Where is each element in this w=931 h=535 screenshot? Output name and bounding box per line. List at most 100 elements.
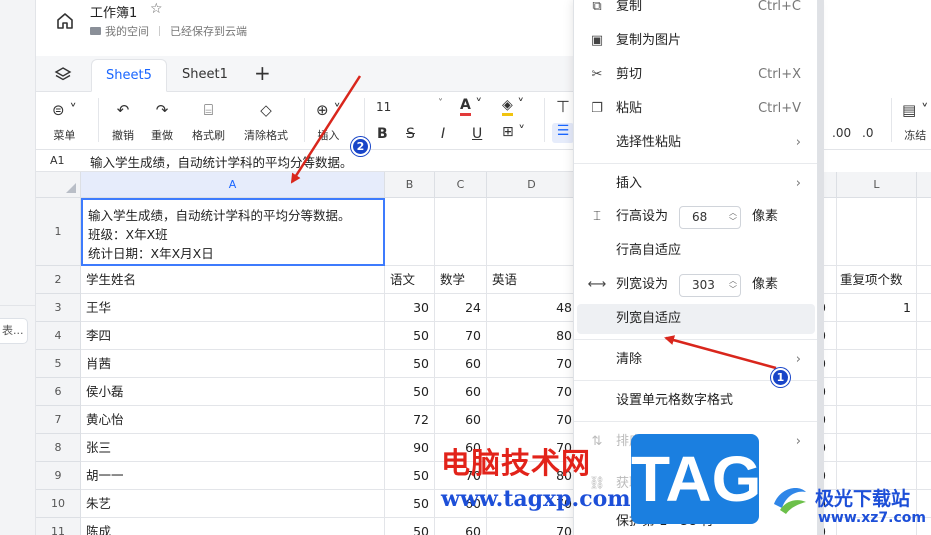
cell-a1[interactable]: 输入学生成绩，自动统计学科的平均分等数据。 班级：X年X班 统计日期：X年X月X… <box>81 198 385 266</box>
cell-m[interactable] <box>917 294 931 322</box>
cell-c1[interactable] <box>435 198 487 266</box>
cell-math[interactable]: 60 <box>435 350 487 378</box>
cell-chinese[interactable]: 72 <box>385 406 435 434</box>
cell-l[interactable] <box>837 322 917 350</box>
fill-color-icon[interactable]: ◈ ˅ <box>502 97 524 116</box>
cell-math[interactable]: 60 <box>435 518 487 535</box>
column-header-b[interactable]: B <box>385 172 435 198</box>
cell-m[interactable] <box>917 350 931 378</box>
row-header[interactable]: 8 <box>36 434 81 462</box>
row-header[interactable]: 4 <box>36 322 81 350</box>
menu-item-row-height[interactable]: ⌶ 行高设为 68 ︿ ﹀ 像素 <box>577 202 815 232</box>
underline-icon[interactable]: U <box>472 126 482 142</box>
layers-icon[interactable] <box>54 66 72 82</box>
cell-name[interactable]: 黄心怡 <box>81 406 385 434</box>
tab-sheet1[interactable]: Sheet1 <box>168 59 242 92</box>
column-header-c[interactable]: C <box>435 172 487 198</box>
cell-english[interactable]: 70 <box>487 378 576 406</box>
decimal-decrease-icon[interactable]: .00 <box>832 126 851 140</box>
border-icon[interactable]: ⊞ ˅ <box>502 124 525 140</box>
format-painter-button[interactable]: ⌸ 格式刷 <box>192 100 225 143</box>
cell-l[interactable] <box>837 378 917 406</box>
redo-button[interactable]: ↷ 重做 <box>151 100 173 143</box>
cell-name[interactable]: 胡一一 <box>81 462 385 490</box>
column-width-input[interactable]: 303 ︿ ﹀ <box>679 274 741 297</box>
chevron-down-icon[interactable]: ˅ <box>438 98 443 109</box>
cell-reference[interactable]: A1 <box>50 154 65 167</box>
cell-name[interactable]: 王华 <box>81 294 385 322</box>
cell-m[interactable] <box>917 434 931 462</box>
cell-m2[interactable] <box>917 266 931 294</box>
formula-input[interactable]: 输入学生成绩，自动统计学科的平均分等数据。 <box>90 152 353 171</box>
row-header[interactable]: 5 <box>36 350 81 378</box>
menu-item-number-format[interactable]: 设置单元格数字格式 <box>577 386 815 416</box>
cell-math[interactable]: 24 <box>435 294 487 322</box>
row-header[interactable]: 10 <box>36 490 81 518</box>
column-header-m[interactable] <box>917 172 931 198</box>
cell-l[interactable] <box>837 406 917 434</box>
rail-collapsed-item[interactable]: 表... <box>0 318 28 344</box>
row-header[interactable]: 9 <box>36 462 81 490</box>
cell-name[interactable]: 陈成 <box>81 518 385 535</box>
align-left-icon[interactable]: ☰ <box>552 123 574 143</box>
decimal-increase-icon[interactable]: .0 <box>862 126 873 140</box>
row-header[interactable]: 3 <box>36 294 81 322</box>
cell-math[interactable]: 70 <box>435 322 487 350</box>
cell-l[interactable]: 1 <box>837 294 917 322</box>
row-header-2[interactable]: 2 <box>36 266 81 294</box>
cell-m1[interactable] <box>917 198 931 266</box>
undo-button[interactable]: ↶ 撤销 <box>112 100 134 143</box>
tab-sheet5[interactable]: Sheet5 <box>91 59 167 92</box>
font-size-select[interactable]: 11 <box>376 100 391 114</box>
cell-name[interactable]: 肖茜 <box>81 350 385 378</box>
menu-item-copy-as-image[interactable]: ▣ 复制为图片 <box>577 26 815 56</box>
cell-m[interactable] <box>917 322 931 350</box>
row-height-input[interactable]: 68 ︿ ﹀ <box>679 206 741 229</box>
menu-item-column-width[interactable]: ⟷ 列宽设为 303 ︿ ﹀ 像素 <box>577 270 815 300</box>
bold-icon[interactable]: B <box>377 126 388 142</box>
cell-m[interactable] <box>917 406 931 434</box>
row-header[interactable]: 6 <box>36 378 81 406</box>
insert-button[interactable]: ⊕ ˅ 插入 <box>316 100 341 143</box>
cell-b2[interactable]: 语文 <box>385 266 435 294</box>
font-color-icon[interactable]: A ˅ <box>460 97 482 116</box>
freeze-button[interactable]: ▤ ˅ 冻结 <box>902 100 928 143</box>
menu-item-cut[interactable]: ✂ 剪切 Ctrl+X <box>577 60 815 90</box>
cell-english[interactable]: 70 <box>487 406 576 434</box>
align-top-icon[interactable]: ⊤ <box>556 97 570 116</box>
stepper-arrows-icon[interactable]: ︿ ﹀ <box>729 276 737 294</box>
home-icon[interactable] <box>52 8 78 34</box>
menu-item-paste-special[interactable]: 选择性粘贴 › <box>577 128 815 158</box>
menu-item-copy[interactable]: ⧉ 复制 Ctrl+C <box>577 0 815 22</box>
cell-d1[interactable] <box>487 198 576 266</box>
cell-b1[interactable] <box>385 198 435 266</box>
cell-math[interactable]: 60 <box>435 406 487 434</box>
add-sheet-icon[interactable]: + <box>254 61 271 85</box>
cell-d2[interactable]: 英语 <box>487 266 576 294</box>
cell-chinese[interactable]: 50 <box>385 518 435 535</box>
italic-icon[interactable]: I <box>441 126 445 142</box>
strikethrough-icon[interactable]: S <box>406 126 415 142</box>
menu-scrollbar[interactable] <box>818 0 824 535</box>
cell-l[interactable] <box>837 434 917 462</box>
cell-name[interactable]: 李四 <box>81 322 385 350</box>
cell-chinese[interactable]: 50 <box>385 322 435 350</box>
cell-chinese[interactable]: 30 <box>385 294 435 322</box>
cell-chinese[interactable]: 50 <box>385 490 435 518</box>
star-icon[interactable]: ☆ <box>150 1 163 17</box>
cell-name[interactable]: 朱艺 <box>81 490 385 518</box>
stepper-arrows-icon[interactable]: ︿ ﹀ <box>729 208 737 226</box>
cell-chinese[interactable]: 90 <box>385 434 435 462</box>
cell-chinese[interactable]: 50 <box>385 350 435 378</box>
cell-l[interactable] <box>837 350 917 378</box>
cell-chinese[interactable]: 50 <box>385 378 435 406</box>
column-header-l[interactable]: L <box>837 172 917 198</box>
document-title[interactable]: 工作簿1 <box>90 2 137 21</box>
row-header-1[interactable]: 1 <box>36 198 81 266</box>
column-header-d[interactable]: D <box>487 172 576 198</box>
cell-c2[interactable]: 数学 <box>435 266 487 294</box>
cell-a2[interactable]: 学生姓名 <box>81 266 385 294</box>
cell-english[interactable]: 48 <box>487 294 576 322</box>
row-header[interactable]: 7 <box>36 406 81 434</box>
cell-math[interactable]: 60 <box>435 378 487 406</box>
